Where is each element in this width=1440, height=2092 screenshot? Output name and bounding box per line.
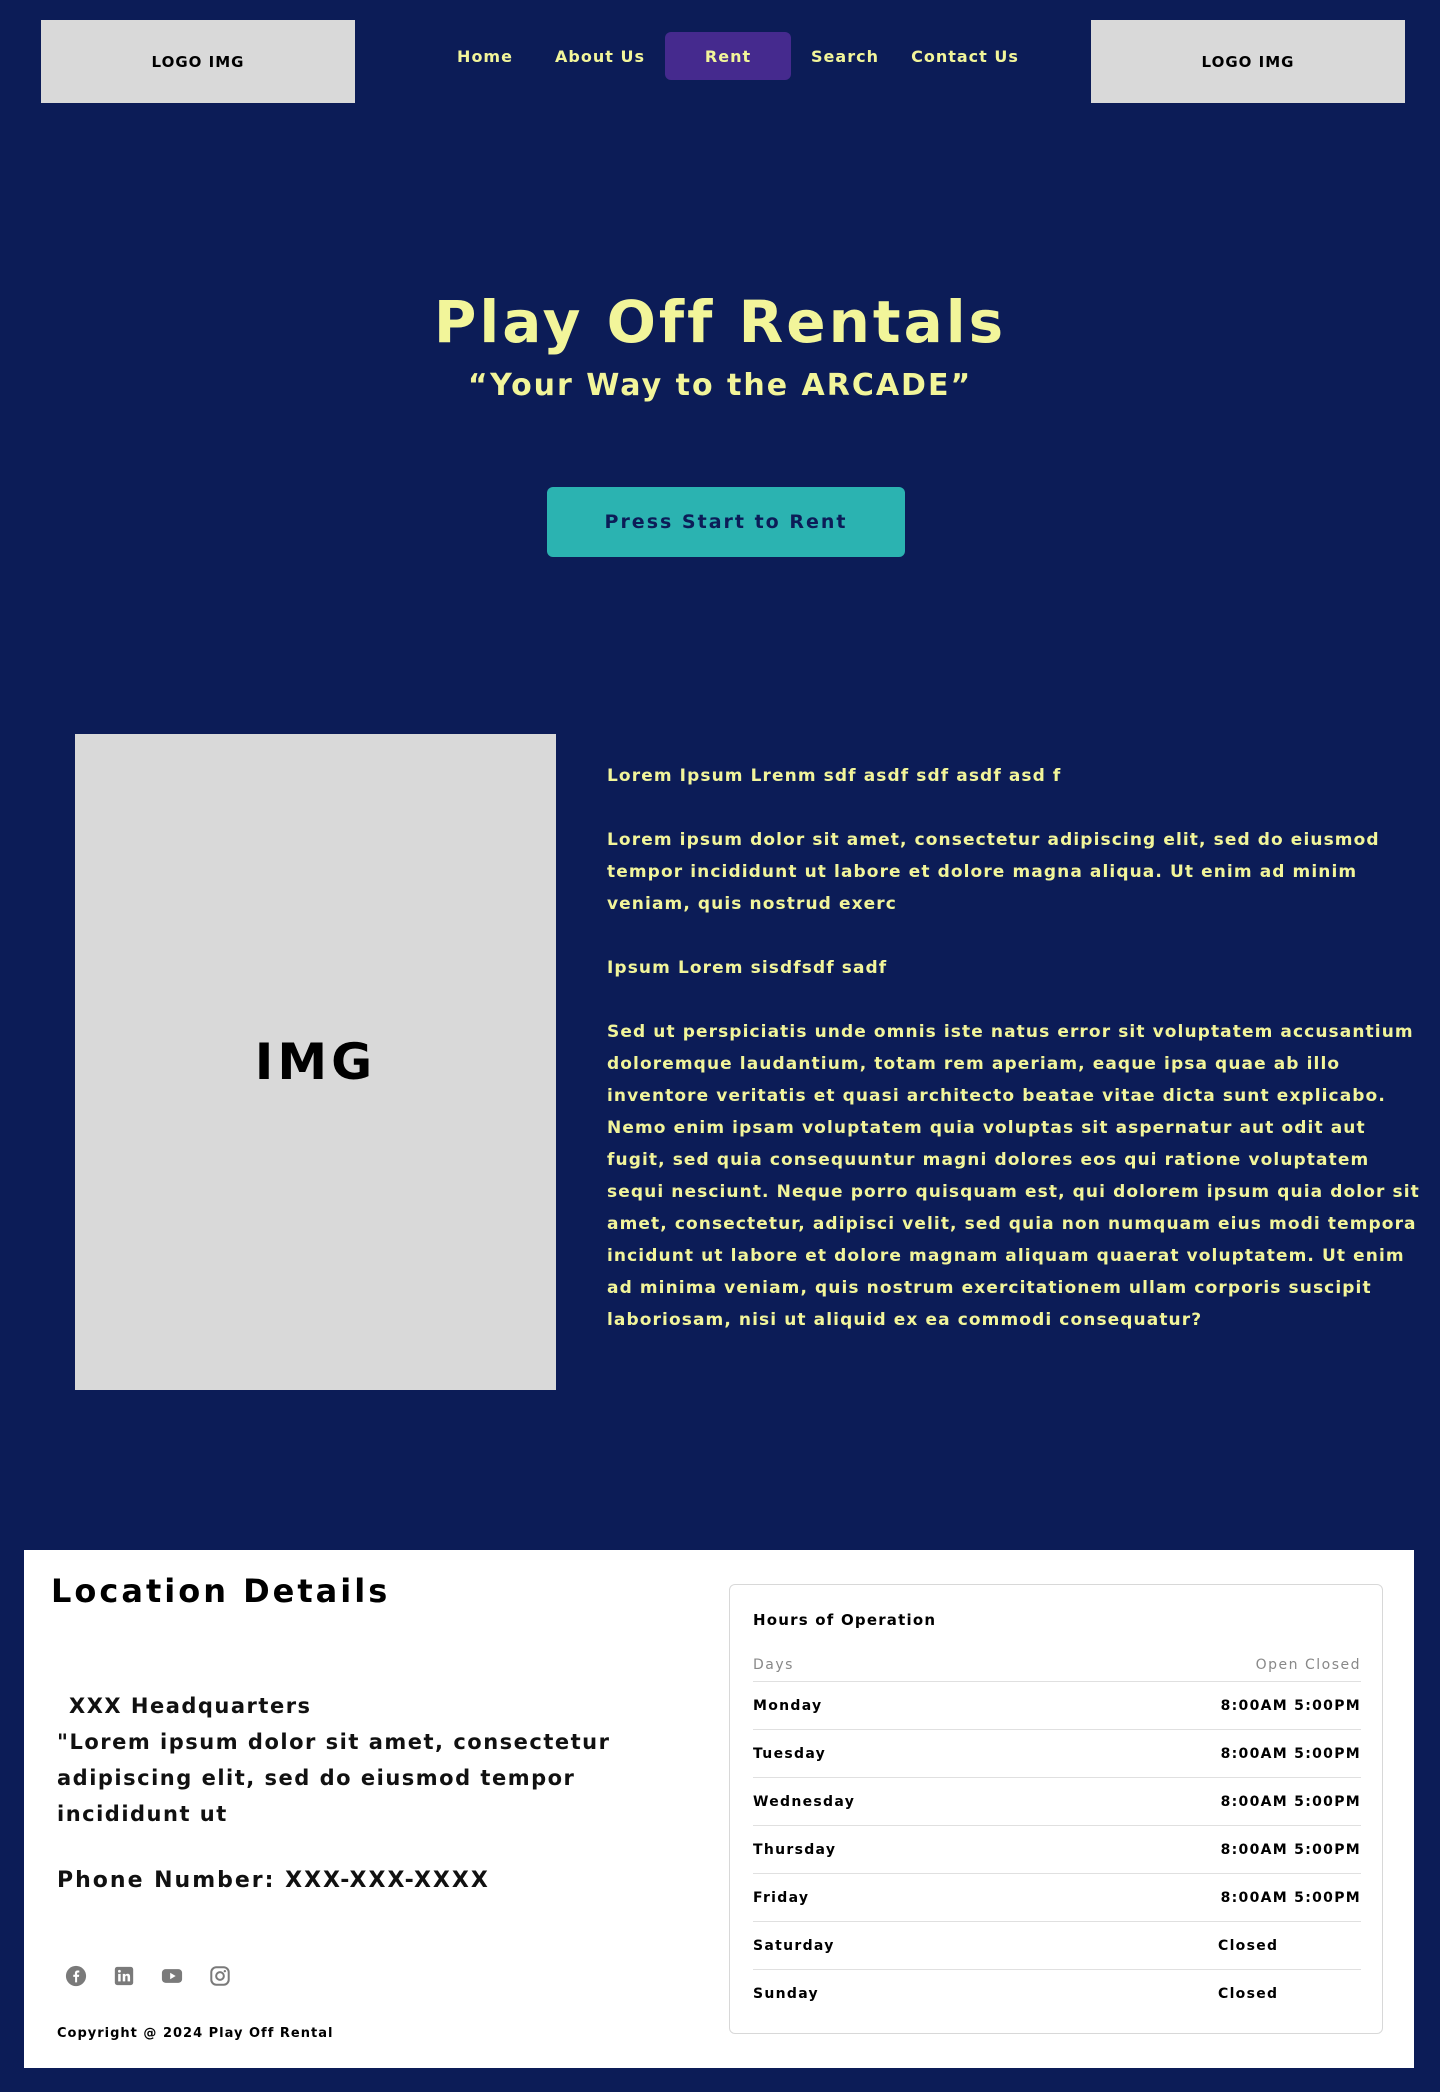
day-closed: Closed xyxy=(1218,1938,1279,1954)
nav-rent[interactable]: Rent xyxy=(665,32,791,80)
day-label: Tuesday xyxy=(753,1746,827,1762)
nav-search[interactable]: Search xyxy=(800,32,890,80)
linkedin-icon[interactable] xyxy=(112,1964,136,1988)
phone-number: Phone Number: XXX-XXX-XXXX xyxy=(57,1868,490,1893)
day-label: Monday xyxy=(753,1698,823,1714)
day-label: Thursday xyxy=(753,1842,837,1858)
hours-row-thursday: Thursday 8:00AM 5:00PM xyxy=(753,1826,1361,1874)
intro-heading-1: Lorem Ipsum Lrenm sdf asdf sdf asdf asd … xyxy=(607,766,1062,786)
day-closed: Closed xyxy=(1218,1986,1279,2002)
facebook-icon[interactable] xyxy=(64,1964,88,1988)
intro-paragraph-2: Sed ut perspiciatis unde omnis iste natu… xyxy=(607,1022,1420,1330)
hours-header-days: Days xyxy=(753,1657,794,1673)
logo-left[interactable]: LOGO IMG xyxy=(41,20,355,103)
headquarters-info: XXX Headquarters "Lorem ipsum dolor sit … xyxy=(57,1688,617,1832)
day-hours: 8:00AM 5:00PM xyxy=(1220,1698,1361,1714)
hours-row-sunday: Sunday Closed xyxy=(753,1970,1361,2017)
day-hours: 8:00AM 5:00PM xyxy=(1220,1746,1361,1762)
day-hours: 8:00AM 5:00PM xyxy=(1220,1794,1361,1810)
day-label: Sunday xyxy=(753,1986,819,2002)
day-label: Saturday xyxy=(753,1938,835,1954)
hours-rows: Monday 8:00AM 5:00PM Tuesday 8:00AM 5:00… xyxy=(753,1682,1361,2017)
hours-header-open-closed: Open Closed xyxy=(1255,1657,1361,1673)
hours-header-row: Days Open Closed xyxy=(753,1651,1361,1682)
hours-row-monday: Monday 8:00AM 5:00PM xyxy=(753,1682,1361,1730)
youtube-icon[interactable] xyxy=(160,1964,184,1988)
hero-subtitle: “Your Way to the ARCADE” xyxy=(467,368,973,403)
footer: Location Details XXX Headquarters "Lorem… xyxy=(24,1550,1414,2068)
logo-right[interactable]: LOGO IMG xyxy=(1091,20,1405,103)
hours-row-tuesday: Tuesday 8:00AM 5:00PM xyxy=(753,1730,1361,1778)
main-nav: Home About Us Rent Search Contact Us xyxy=(440,32,1060,80)
hours-row-saturday: Saturday Closed xyxy=(753,1922,1361,1970)
day-label: Friday xyxy=(753,1890,810,1906)
intro-heading-2: Ipsum Lorem sisdfsdf sadf xyxy=(607,958,888,978)
day-hours: 8:00AM 5:00PM xyxy=(1220,1842,1361,1858)
nav-about-us[interactable]: About Us xyxy=(535,32,665,80)
day-label: Wednesday xyxy=(753,1794,856,1810)
press-start-to-rent-button[interactable]: Press Start to Rent xyxy=(547,487,905,557)
hero-title: Play Off Rentals xyxy=(433,288,1007,356)
nav-home[interactable]: Home xyxy=(440,32,530,80)
nav-contact-us[interactable]: Contact Us xyxy=(900,32,1030,80)
headquarters-description: "Lorem ipsum dolor sit amet, consectetur… xyxy=(57,1730,611,1826)
copyright: Copyright @ 2024 Play Off Rental xyxy=(57,2026,334,2041)
day-hours: 8:00AM 5:00PM xyxy=(1220,1890,1361,1906)
headquarters-name: XXX Headquarters xyxy=(69,1694,312,1718)
intro-content: Lorem Ipsum Lrenm sdf asdf sdf asdf asd … xyxy=(607,760,1427,1368)
instagram-icon[interactable] xyxy=(208,1964,232,1988)
hours-row-wednesday: Wednesday 8:00AM 5:00PM xyxy=(753,1778,1361,1826)
intro-paragraph-1: Lorem ipsum dolor sit amet, consectetur … xyxy=(607,830,1380,914)
image-placeholder: IMG xyxy=(75,734,556,1390)
social-links xyxy=(64,1964,232,1988)
hours-row-friday: Friday 8:00AM 5:00PM xyxy=(753,1874,1361,1922)
location-title: Location Details xyxy=(51,1572,391,1610)
hours-of-operation-card: Hours of Operation Days Open Closed Mond… xyxy=(729,1584,1383,2034)
hours-title: Hours of Operation xyxy=(753,1611,937,1629)
